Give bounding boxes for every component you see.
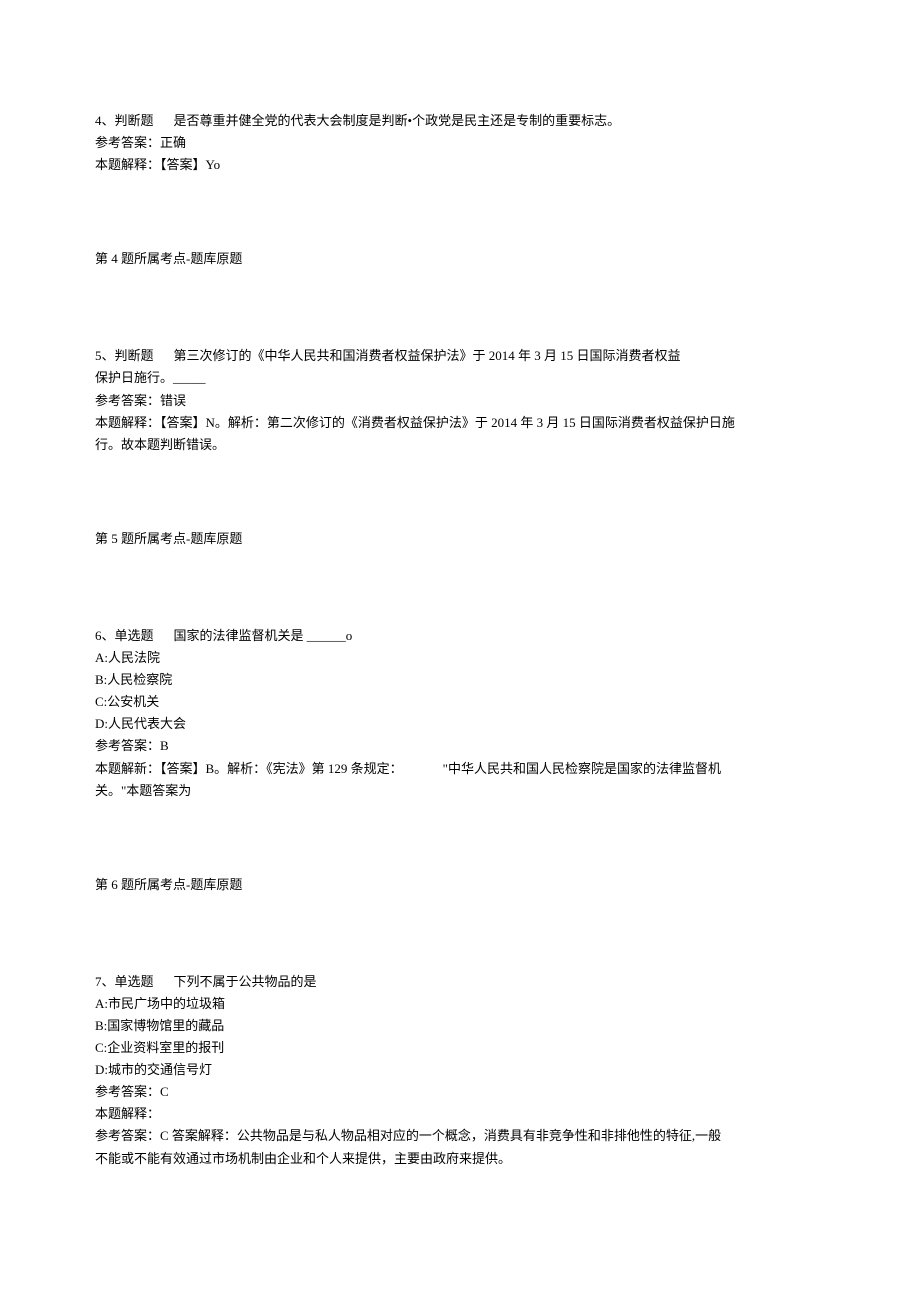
q5-reference-answer: 参考答案：错误 (95, 390, 825, 412)
question-4: 4、判断题 是否尊重并健全党的代表大会制度是判断•个政党是民主还是专制的重要标志。… (95, 110, 825, 270)
q6-category: 第 6 题所属考点-题库原题 (95, 874, 825, 896)
q6-explain1-left: 本题解新：【答案】B。解析：《宪法》第 129 条规定： (95, 761, 403, 776)
q7-explanation-line1: 参考答案：C 答案解释：公共物品是与私人物品相对应的一个概念，消费具有非竞争性和… (95, 1125, 825, 1147)
q5-explanation-line2: 行。故本题判断错误。 (95, 434, 825, 456)
q6-stem: 6、单选题 国家的法律监督机关是 ______o (95, 625, 825, 647)
q6-explain1-right: "中华人民共和国人民检察院是国家的法律监督机 (443, 761, 721, 776)
q7-explanation-line2: 不能或不能有效通过市场机制由企业和个人来提供，主要由政府来提供。 (95, 1148, 825, 1170)
q6-option-a: A:人民法院 (95, 647, 825, 669)
q4-stem: 4、判断题 是否尊重并健全党的代表大会制度是判断•个政党是民主还是专制的重要标志。 (95, 110, 825, 132)
question-6: 6、单选题 国家的法律监督机关是 ______o A:人民法院 B:人民检察院 C… (95, 625, 825, 896)
q6-explanation-line1: 本题解新：【答案】B。解析：《宪法》第 129 条规定： "中华人民共和国人民检察… (95, 758, 825, 780)
q7-text: 下列不属于公共物品的是 (174, 974, 317, 989)
q4-header: 4、判断题 (95, 113, 154, 128)
q6-option-b: B:人民检察院 (95, 669, 825, 691)
q7-explanation-label: 本题解释： (95, 1103, 825, 1125)
question-5: 5、判断题 第三次修订的《中华人民共和国消费者权益保护法》于 2014 年 3 月… (95, 345, 825, 550)
q4-explanation: 本题解释：【答案】Yo (95, 154, 825, 176)
q6-option-d: D:人民代表大会 (95, 713, 825, 735)
q4-reference-answer: 参考答案：正确 (95, 132, 825, 154)
q5-explanation-line1: 本题解释：【答案】N。解析：第二次修订的《消费者权益保护法》于 2014 年 3… (95, 412, 825, 434)
q4-category: 第 4 题所属考点-题库原题 (95, 248, 825, 270)
q6-text: 国家的法律监督机关是 ______o (174, 628, 353, 643)
q7-reference-answer: 参考答案：C (95, 1081, 825, 1103)
q5-stem-line1: 5、判断题 第三次修订的《中华人民共和国消费者权益保护法》于 2014 年 3 月… (95, 345, 825, 367)
q4-text: 是否尊重并健全党的代表大会制度是判断•个政党是民主还是专制的重要标志。 (174, 113, 621, 128)
q7-stem: 7、单选题 下列不属于公共物品的是 (95, 971, 825, 993)
q7-option-a: A:市民广场中的垃圾箱 (95, 993, 825, 1015)
q7-option-b: B:国家博物馆里的藏品 (95, 1015, 825, 1037)
q5-stem-line2: 保护日施行。_____ (95, 367, 825, 389)
q5-text1: 第三次修订的《中华人民共和国消费者权益保护法》于 2014 年 3 月 15 日… (174, 348, 681, 363)
q6-reference-answer: 参考答案：B (95, 735, 825, 757)
q5-category: 第 5 题所属考点-题库原题 (95, 528, 825, 550)
question-7: 7、单选题 下列不属于公共物品的是 A:市民广场中的垃圾箱 B:国家博物馆里的藏品… (95, 971, 825, 1170)
q7-option-d: D:城市的交通信号灯 (95, 1059, 825, 1081)
q6-explanation-line2: 关。"本题答案为 (95, 780, 825, 802)
q6-header: 6、单选题 (95, 628, 154, 643)
q7-option-c: C:企业资料室里的报刊 (95, 1037, 825, 1059)
q5-header: 5、判断题 (95, 348, 154, 363)
q6-option-c: C:公安机关 (95, 691, 825, 713)
q7-header: 7、单选题 (95, 974, 154, 989)
